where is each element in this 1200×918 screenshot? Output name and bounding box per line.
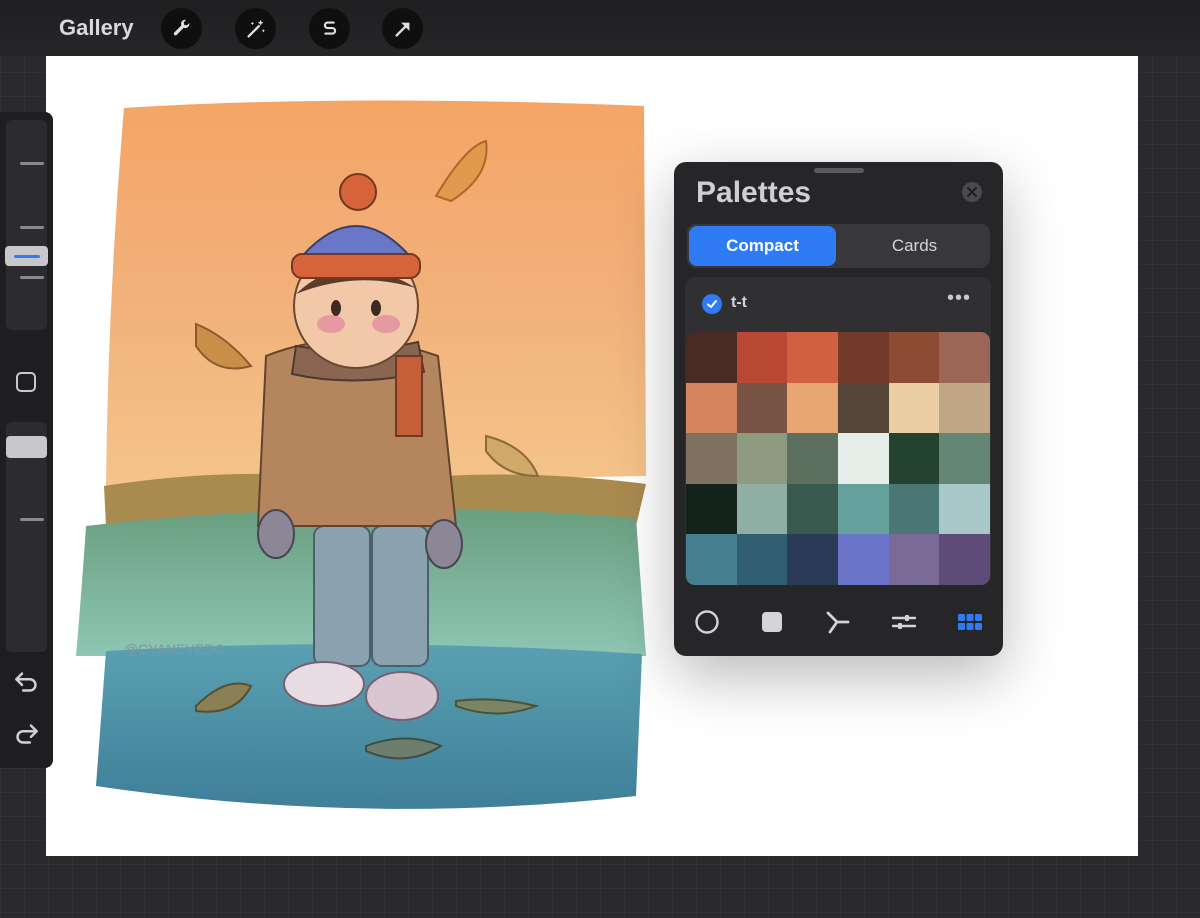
top-toolbar: Gallery bbox=[0, 0, 1200, 56]
color-swatch[interactable] bbox=[787, 483, 838, 535]
color-swatch[interactable] bbox=[888, 534, 940, 585]
color-swatch[interactable] bbox=[838, 483, 889, 535]
close-icon bbox=[967, 187, 977, 197]
default-palette-checkbox[interactable] bbox=[702, 294, 722, 314]
color-swatch[interactable] bbox=[787, 332, 838, 383]
wrench-icon bbox=[173, 19, 189, 35]
slider-tick bbox=[20, 162, 44, 165]
transform-arrow-icon bbox=[394, 22, 409, 37]
left-sidebar bbox=[0, 112, 53, 768]
color-swatch[interactable] bbox=[686, 534, 737, 585]
classic-icon bbox=[762, 612, 782, 632]
popover-grabber[interactable] bbox=[814, 168, 864, 173]
palettes-icon bbox=[958, 614, 982, 630]
watermark-text: @CYANEYEDC bbox=[124, 641, 224, 657]
slider-tick bbox=[20, 518, 44, 521]
color-swatch[interactable] bbox=[838, 534, 889, 585]
color-swatch[interactable] bbox=[787, 382, 838, 434]
color-swatch[interactable] bbox=[787, 534, 838, 585]
color-swatch[interactable] bbox=[939, 483, 990, 535]
color-swatch[interactable] bbox=[686, 332, 737, 383]
color-swatch[interactable] bbox=[736, 483, 788, 535]
undo-icon[interactable] bbox=[13, 668, 40, 695]
palette-name[interactable]: t-t bbox=[731, 294, 747, 312]
color-swatch[interactable] bbox=[939, 382, 990, 434]
redo-icon[interactable] bbox=[13, 720, 40, 747]
color-swatch[interactable] bbox=[686, 382, 737, 434]
transform-button[interactable] bbox=[382, 8, 423, 49]
color-swatch[interactable] bbox=[686, 483, 737, 535]
popover-title: Palettes bbox=[696, 176, 812, 209]
tab-value[interactable] bbox=[888, 606, 920, 638]
opacity-handle[interactable] bbox=[6, 436, 47, 458]
checkmark-icon bbox=[707, 300, 717, 308]
palettes-popover: Palettes Compact Cards t-t ••• bbox=[674, 162, 1003, 656]
tab-cards[interactable]: Cards bbox=[841, 226, 988, 266]
color-swatch[interactable] bbox=[838, 382, 889, 434]
selection-s-icon bbox=[323, 20, 336, 35]
slider-tick bbox=[20, 226, 44, 229]
color-swatch[interactable] bbox=[888, 382, 940, 434]
selection-button[interactable] bbox=[309, 8, 350, 49]
close-button[interactable] bbox=[962, 182, 982, 202]
color-swatch[interactable] bbox=[888, 332, 940, 383]
color-swatch[interactable] bbox=[736, 534, 788, 585]
color-swatch[interactable] bbox=[736, 433, 788, 484]
modify-button[interactable] bbox=[16, 372, 36, 392]
view-segmented-control: Compact Cards bbox=[687, 224, 990, 268]
magic-wand-icon bbox=[246, 19, 265, 38]
color-swatch[interactable] bbox=[736, 382, 788, 434]
color-swatch[interactable] bbox=[888, 433, 940, 484]
color-swatch[interactable] bbox=[686, 433, 737, 484]
slider-tick bbox=[20, 276, 44, 279]
color-swatch[interactable] bbox=[939, 433, 990, 484]
brush-size-handle[interactable] bbox=[5, 246, 48, 266]
disc-icon bbox=[695, 610, 719, 634]
value-icon bbox=[891, 615, 917, 629]
color-swatch[interactable] bbox=[838, 433, 889, 484]
adjustments-button[interactable] bbox=[235, 8, 276, 49]
color-swatch[interactable] bbox=[939, 332, 990, 383]
tab-disc[interactable] bbox=[691, 606, 723, 638]
tab-harmony[interactable] bbox=[822, 606, 854, 638]
color-swatch[interactable] bbox=[787, 433, 838, 484]
harmony-icon bbox=[826, 611, 850, 634]
tab-palettes[interactable] bbox=[954, 606, 986, 638]
color-swatch[interactable] bbox=[939, 534, 990, 585]
palette-card: t-t ••• bbox=[685, 277, 991, 585]
actions-button[interactable] bbox=[161, 8, 202, 49]
brush-size-slider[interactable] bbox=[6, 120, 47, 330]
gallery-button[interactable]: Gallery bbox=[59, 15, 134, 41]
color-swatch[interactable] bbox=[838, 332, 889, 383]
tab-compact[interactable]: Compact bbox=[689, 226, 836, 266]
tab-classic[interactable] bbox=[756, 606, 788, 638]
color-mode-tabs bbox=[674, 602, 1003, 642]
color-swatch[interactable] bbox=[888, 483, 940, 535]
swatch-grid bbox=[686, 332, 990, 585]
more-options-button[interactable]: ••• bbox=[947, 287, 971, 310]
color-swatch[interactable] bbox=[736, 332, 788, 383]
